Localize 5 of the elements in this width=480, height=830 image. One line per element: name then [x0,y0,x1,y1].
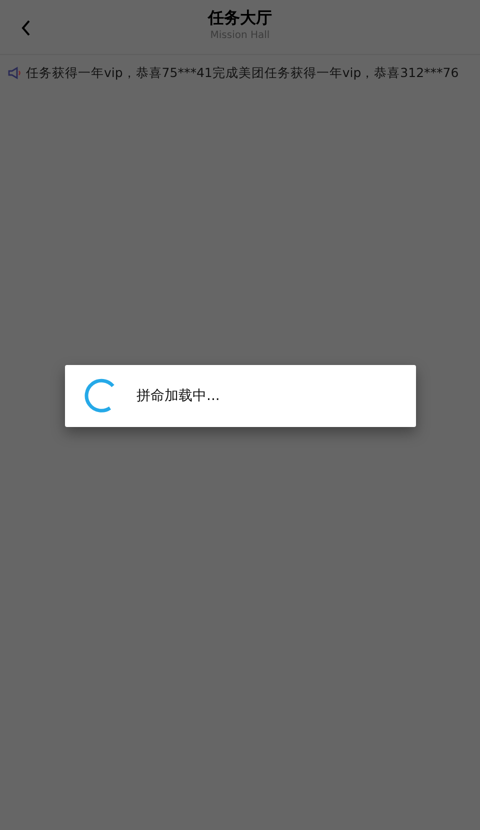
page-title: 任务大厅 [208,7,272,29]
back-icon [21,20,31,36]
megaphone-icon [8,66,22,80]
notice-text: 任务获得一年vip，恭喜75***41完成美团任务获得一年vip，恭喜312***76 [26,64,459,82]
loading-message: 拼命加载中... [136,386,220,404]
